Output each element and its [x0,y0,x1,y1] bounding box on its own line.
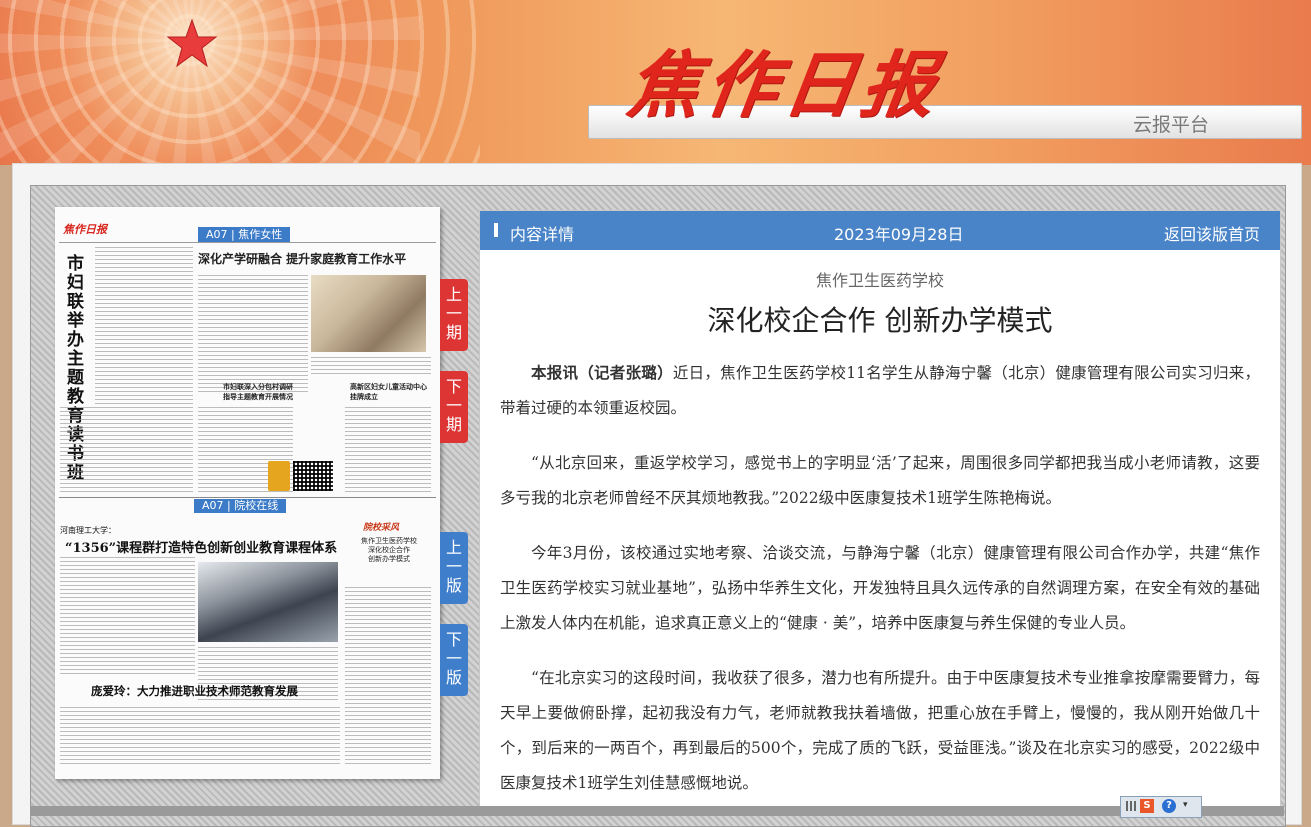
article-headline-school-enterprise[interactable]: 焦作卫生医药学校 深化校企合作 创新办学模式 [345,537,433,564]
site-header: 云报平台 焦作日报 [0,0,1311,165]
text-column [60,557,195,677]
article-headline-pang-ailing[interactable]: 庞爱玲：大力推进职业技术师范教育发展 [91,683,298,699]
article-paragraph: “在北京实习的这段时间，我收获了很多，潜力也有所提升。由于中医康复技术专业推拿按… [500,669,1260,792]
article-body: 本报讯（记者张璐）近日，焦作卫生医药学校11名学生从静海宁馨（北京）健康管理有限… [500,355,1260,806]
article-title: 深化校企合作 创新办学模式 [707,304,1053,337]
panel-header: 内容详情 2023年09月28日 返回该版首页 [480,211,1280,250]
text-column [95,247,193,407]
school-line: 河南理工大学： [60,526,116,535]
page-divider [59,497,436,498]
back-to-page-link[interactable]: 返回该版首页 [1164,221,1260,245]
photo-caption [311,357,431,377]
next-issue-button[interactable]: 下一期 [440,371,468,443]
column-logo: 院校采风 [363,523,400,533]
article-photo-classroom[interactable] [198,562,338,642]
help-icon[interactable]: ? [1162,799,1176,813]
ime-toolbar[interactable]: S ? ▾ [1120,796,1202,818]
article-headline-activity-center[interactable]: 高新区妇女儿童活动中心 挂牌成立 [350,382,427,402]
sogou-icon[interactable]: S [1140,799,1154,813]
edition-tag-top: A07 | 焦作女性 [198,227,291,242]
issue-date: 2023年09月28日 [834,225,964,244]
prev-page-button[interactable]: 上一版 [440,532,468,604]
article-photo[interactable] [311,275,426,352]
article-paragraph: “从北京回来，重返学校学习，感觉书上的字明显‘活’了起来，周围很多同学都把我当成… [500,454,1260,507]
red-star-icon [166,18,218,68]
bottom-scroll-bar[interactable] [30,806,1284,816]
text-column [345,587,431,767]
article-headline-1356-course[interactable]: “1356”课程群打造特色创新创业教育课程体系 [65,537,337,556]
qr-code-icon [293,461,333,491]
page-header-strip: 焦作日报 A07 | 焦作女性 [59,212,436,243]
article-headline-village-survey[interactable]: 市妇联深入分包村调研 指导主题教育开展情况 [223,382,293,402]
article-headline-family-education[interactable]: 深化产学研融合 提升家庭教育工作水平 [198,250,406,267]
article-subhead: 焦作卫生医药学校 [815,271,944,290]
drag-handle-icon[interactable] [1126,801,1136,811]
text-column [198,275,308,395]
prev-issue-button[interactable]: 上一期 [440,279,468,351]
text-column [345,407,431,492]
article-paragraph: 本报讯（记者张璐）近日，焦作卫生医药学校11名学生从静海宁馨（北京）健康管理有限… [500,363,1260,417]
panel-title: 内容详情 [510,225,575,244]
next-page-button[interactable]: 下一版 [440,624,468,696]
text-column [60,407,193,492]
newspaper-page[interactable]: 焦作日报 A07 | 焦作女性 深化产学研融合 提升家庭教育工作水平 市妇联举办… [55,207,440,779]
chevron-down-icon[interactable]: ▾ [1183,800,1188,810]
site-logo[interactable]: 焦作日报 [620,30,1015,140]
content-detail-panel: 内容详情 2023年09月28日 返回该版首页 焦作卫生医药学校 深化校企合作 … [479,210,1281,807]
article-lead: 本报讯（记者张璐） [531,363,673,382]
emblem-icon [268,461,290,491]
header-marker [494,223,498,237]
mini-logo: 焦作日报 [63,223,107,236]
article-paragraph: 今年3月份，该校通过实地考察、洽谈交流，与静海宁馨（北京）健康管理有限公司合作办… [500,544,1260,632]
platform-label: 云报平台 [1132,114,1209,136]
text-column [60,707,340,767]
edition-tag-bottom: A07 | 院校在线 [194,499,287,513]
